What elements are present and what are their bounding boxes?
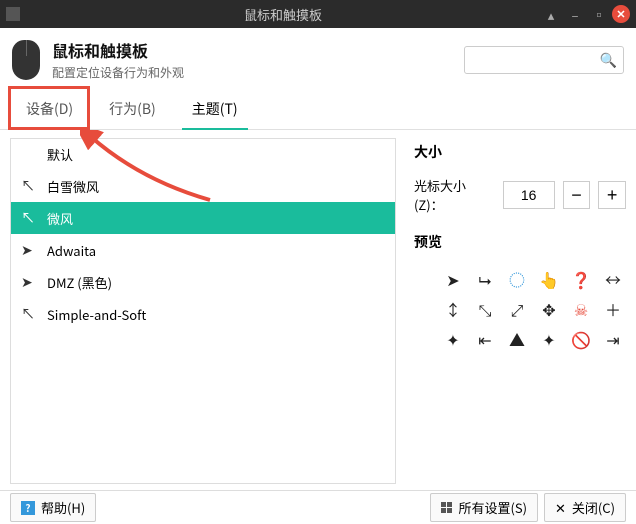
cursor-icon: ↖ bbox=[21, 176, 37, 196]
theme-item-adwaita[interactable]: ➤ Adwaita bbox=[11, 234, 395, 266]
all-settings-button[interactable]: 所有设置(S) bbox=[430, 493, 538, 522]
tab-behavior[interactable]: 行为(B) bbox=[91, 89, 174, 129]
page-title: 鼠标和触摸板 bbox=[52, 38, 184, 62]
theme-label: 微风 bbox=[47, 209, 73, 228]
cursor-move-icon: ✥ bbox=[540, 300, 558, 318]
cursor-neresize-icon: ⤢ bbox=[508, 300, 526, 318]
size-decrease-button[interactable]: − bbox=[563, 181, 591, 209]
right-panel: 大小 光标大小(Z)： − + 预览 ➤ ⮡ ◌ 👆 ❓ ↔ ↕ ⤡ ⤢ ✥ ☠… bbox=[396, 138, 626, 484]
theme-label: DMZ (黑色) bbox=[47, 273, 112, 292]
maximize-button[interactable]: ▫ bbox=[588, 3, 610, 25]
rollup-button[interactable]: ▴ bbox=[540, 3, 562, 25]
size-section-title: 大小 bbox=[414, 142, 626, 162]
all-settings-label: 所有设置(S) bbox=[458, 498, 527, 517]
app-icon bbox=[6, 7, 20, 21]
cursor-size-input[interactable] bbox=[503, 181, 555, 209]
cursor-help-icon: ❓ bbox=[572, 270, 590, 288]
size-increase-button[interactable]: + bbox=[598, 181, 626, 209]
cursor-icon: ↖ bbox=[21, 208, 37, 228]
theme-label: Adwaita bbox=[47, 241, 96, 260]
cursor-hsplit2-icon: ⇥ bbox=[604, 330, 622, 348]
content: 默认 ↖ 白雪微风 ↖ 微风 ➤ Adwaita ➤ DMZ (黑色) ↖ Si… bbox=[0, 130, 636, 492]
cursor-tree-icon: ✦ bbox=[540, 330, 558, 348]
theme-item-simple[interactable]: ↖ Simple-and-Soft bbox=[11, 298, 395, 330]
preview-section-title: 预览 bbox=[414, 232, 626, 252]
help-label: 帮助(H) bbox=[41, 498, 85, 517]
tab-theme[interactable]: 主题(T) bbox=[174, 89, 256, 129]
cursor-icon: ↖ bbox=[21, 304, 37, 324]
cursor-up-icon: ▲ bbox=[508, 330, 526, 348]
window-title: 鼠标和触摸板 bbox=[28, 5, 538, 24]
theme-item-dmz[interactable]: ➤ DMZ (黑色) bbox=[11, 266, 395, 298]
help-icon: ? bbox=[21, 501, 35, 515]
page-subtitle: 配置定位设备行为和外观 bbox=[52, 64, 184, 81]
theme-list[interactable]: 默认 ↖ 白雪微风 ↖ 微风 ➤ Adwaita ➤ DMZ (黑色) ↖ Si… bbox=[10, 138, 396, 484]
mouse-icon bbox=[12, 40, 40, 80]
cursor-preview-grid: ➤ ⮡ ◌ 👆 ❓ ↔ ↕ ⤡ ⤢ ✥ ☠ ＋ ✦ ⇤ ▲ ✦ 🚫 ⇥ bbox=[414, 266, 626, 348]
cursor-forbidden-icon: 🚫 bbox=[572, 330, 590, 348]
footer: ? 帮助(H) 所有设置(S) ✕ 关闭(C) bbox=[0, 490, 636, 524]
theme-item-breeze[interactable]: ↖ 微风 bbox=[11, 202, 395, 234]
header: 鼠标和触摸板 配置定位设备行为和外观 🔍 bbox=[0, 28, 636, 89]
cursor-kill-icon: ☠ bbox=[572, 300, 590, 318]
search-box[interactable]: 🔍 bbox=[464, 46, 624, 74]
theme-label: Simple-and-Soft bbox=[47, 305, 146, 324]
titlebar: 鼠标和触摸板 ▴ – ▫ ✕ bbox=[0, 0, 636, 28]
theme-item-default[interactable]: 默认 bbox=[11, 139, 395, 170]
cursor-size-label: 光标大小(Z)： bbox=[414, 176, 495, 214]
cursor-cross-icon: ＋ bbox=[604, 300, 622, 318]
tabs: 设备(D) 行为(B) 主题(T) bbox=[0, 89, 636, 130]
search-icon: 🔍 bbox=[600, 50, 617, 70]
cursor-nwresize-icon: ⤡ bbox=[476, 300, 494, 318]
search-input[interactable] bbox=[471, 52, 600, 67]
cursor-hsplit-icon: ⇤ bbox=[476, 330, 494, 348]
cursor-arrow-icon: ➤ bbox=[444, 270, 462, 288]
theme-label: 白雪微风 bbox=[47, 177, 99, 196]
grid-icon bbox=[441, 502, 452, 513]
close-button[interactable]: ✕ bbox=[612, 5, 630, 23]
close-label: 关闭(C) bbox=[572, 498, 615, 517]
cursor-copy-icon: ⮡ bbox=[476, 270, 494, 288]
theme-label: 默认 bbox=[47, 145, 73, 164]
cursor-icon: ➤ bbox=[21, 240, 37, 260]
cursor-busy-icon: ◌ bbox=[508, 270, 526, 288]
footer-close-button[interactable]: ✕ 关闭(C) bbox=[544, 493, 626, 522]
cursor-hand-icon: 👆 bbox=[540, 270, 558, 288]
close-icon: ✕ bbox=[555, 498, 566, 517]
cursor-vresize-icon: ↕ bbox=[444, 300, 462, 318]
cursor-hresize-icon: ↔ bbox=[604, 270, 622, 288]
tab-devices[interactable]: 设备(D) bbox=[8, 89, 91, 129]
cursor-icon: ➤ bbox=[21, 272, 37, 292]
minimize-button[interactable]: – bbox=[564, 3, 586, 25]
help-button[interactable]: ? 帮助(H) bbox=[10, 493, 96, 522]
theme-item-snow[interactable]: ↖ 白雪微风 bbox=[11, 170, 395, 202]
cursor-pointer2-icon: ✦ bbox=[444, 330, 462, 348]
